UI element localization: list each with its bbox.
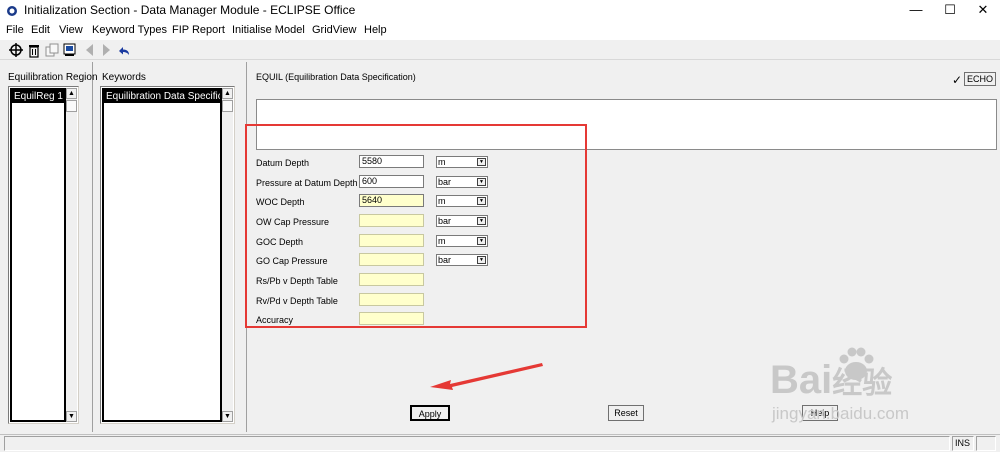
keywords-label: Keywords <box>102 72 146 83</box>
equilibration-region-list[interactable]: EquilReg 1 ▲ ▼ <box>8 86 79 424</box>
forward-arrow-icon[interactable] <box>98 42 114 58</box>
scrollbar[interactable]: ▲ ▼ <box>222 88 233 422</box>
reset-button[interactable]: Reset <box>608 405 644 421</box>
list-item[interactable]: Equilibration Data Specification <box>104 90 220 103</box>
app-icon <box>7 6 17 16</box>
toolbar <box>0 40 1000 60</box>
status-message <box>4 436 950 451</box>
equil-heading: EQUIL (Equilibration Data Specification) <box>256 72 416 82</box>
print-preview-icon[interactable] <box>62 42 78 58</box>
window-title: Initialization Section - Data Manager Mo… <box>24 3 356 17</box>
panel-divider <box>92 62 93 432</box>
close-button[interactable]: ✕ <box>960 0 1000 22</box>
scroll-up-icon[interactable]: ▲ <box>66 88 77 99</box>
check-icon: ✓ <box>952 73 963 87</box>
back-arrow-icon[interactable] <box>82 42 98 58</box>
echo-button[interactable]: ECHO <box>964 72 996 86</box>
copy-icon[interactable] <box>44 42 60 58</box>
menu-fip-report[interactable]: FIP Report <box>172 24 225 36</box>
list-item[interactable]: EquilReg 1 <box>12 90 64 103</box>
status-cell <box>976 436 996 451</box>
scroll-down-icon[interactable]: ▼ <box>66 411 77 422</box>
scroll-thumb[interactable] <box>66 100 77 112</box>
menu-help[interactable]: Help <box>364 24 387 36</box>
menu-edit[interactable]: Edit <box>31 24 50 36</box>
scroll-thumb[interactable] <box>222 100 233 112</box>
menu-keyword-types[interactable]: Keyword Types <box>92 24 167 36</box>
menu-bar: File Edit View Keyword Types FIP Report … <box>0 22 1000 40</box>
menu-file[interactable]: File <box>6 24 24 36</box>
annotation-arrow-icon <box>430 363 543 390</box>
apply-button[interactable]: Apply <box>410 405 450 421</box>
crosshair-icon[interactable] <box>8 42 24 58</box>
equilibration-region-label: Equilibration Region <box>8 72 98 83</box>
menu-view[interactable]: View <box>59 24 83 36</box>
highlight-box <box>245 124 587 328</box>
menu-initialise-model[interactable]: Initialise Model <box>232 24 305 36</box>
status-bar: INS <box>0 434 1000 452</box>
watermark-url: jingyan.baidu.com <box>772 404 910 423</box>
keywords-list[interactable]: Equilibration Data Specification ▲ ▼ <box>100 86 235 424</box>
title-bar: Initialization Section - Data Manager Mo… <box>0 0 1000 22</box>
insert-mode-indicator: INS <box>952 436 974 451</box>
undo-icon[interactable] <box>116 42 132 58</box>
menu-gridview[interactable]: GridView <box>312 24 356 36</box>
delete-icon[interactable] <box>26 42 42 58</box>
scrollbar[interactable]: ▲ ▼ <box>66 88 77 422</box>
scroll-up-icon[interactable]: ▲ <box>222 88 233 99</box>
paw-icon <box>839 347 874 380</box>
scroll-down-icon[interactable]: ▼ <box>222 411 233 422</box>
